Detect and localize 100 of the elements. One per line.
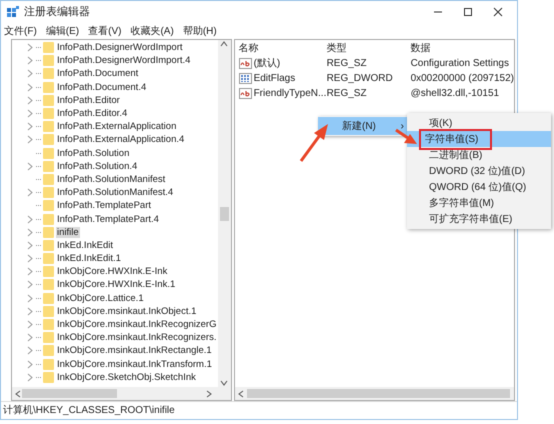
tree-item[interactable]: InfoPath.Editor [56,94,121,106]
tree-item[interactable]: InfoPath.ExternalApplication.4 [56,134,186,146]
folder-icon [43,68,54,80]
expand-chevron-icon[interactable] [26,69,34,78]
expand-chevron-icon[interactable] [26,162,34,171]
tree-item[interactable]: InfoPath.Solution.4 [56,160,138,172]
tree-item[interactable]: InfoPath.Solution [56,148,130,159]
expand-chevron-icon[interactable] [26,214,34,224]
folder-icon [43,174,54,185]
column-header[interactable]: 数据 [406,40,514,56]
tree-item[interactable]: InkObjCore.msinkaut.InkRecognizers. [56,332,218,344]
tree-item[interactable]: InkObjCore.Lattice.1 [56,292,145,304]
expand-chevron-icon[interactable] [26,333,34,342]
tree-item[interactable]: InkEd.InkEdit.1 [56,253,122,264]
expand-chevron-icon[interactable] [26,135,34,144]
menu-item[interactable]: 字符串值(S) [407,131,551,147]
tree-item[interactable]: InkObjCore.msinkaut.InkObject.1 [56,306,198,317]
scroll-up-icon[interactable] [220,40,228,48]
expand-chevron-icon[interactable] [26,346,34,356]
menu-item[interactable]: 可扩充字符串值(E) [407,211,551,227]
folder-icon [43,82,54,93]
registry-app-icon [7,6,19,18]
value-name[interactable]: EditFlags [254,71,296,86]
menu-item-label: 二进制值(B) [428,148,484,162]
close-icon[interactable] [493,7,503,17]
folder-icon [43,121,54,132]
menu-item[interactable]: QWORD (64 位)值(Q) [407,179,551,195]
tree-item[interactable]: InkObjCore.SketchObj.SketchInk [56,372,197,383]
menu-item[interactable]: 编辑(E) [46,24,80,38]
expand-chevron-icon[interactable] [26,254,34,264]
tree-item[interactable]: InfoPath.SolutionManifest [56,174,166,185]
tree-item[interactable]: InfoPath.Document.4 [56,82,148,93]
folder-icon [43,94,54,106]
tree-item[interactable]: InfoPath.DesignerWordImport.4 [56,55,192,66]
horizontal-scrollbar[interactable] [12,387,231,400]
value-name[interactable]: FriendlyTypeN... [254,86,326,101]
vertical-scrollbar[interactable] [218,40,231,387]
expand-chevron-icon[interactable] [26,360,34,369]
tree-item[interactable]: InfoPath.Document [56,68,140,80]
expand-chevron-icon[interactable] [26,320,34,330]
tree-item[interactable]: InfoPath.Editor.4 [56,108,128,120]
expand-chevron-icon[interactable] [26,306,34,316]
tree-item[interactable]: inifile [56,226,80,238]
folder-icon [43,42,54,54]
menu-item[interactable]: DWORD (32 位)值(D) [407,163,551,179]
column-header[interactable]: 类型 [322,40,407,56]
menu-item-label: 新建(N) [342,120,376,134]
column-header[interactable]: 名称 [234,40,323,56]
scroll-left-icon[interactable] [14,390,22,398]
scroll-left-icon[interactable] [236,390,245,398]
menu-item[interactable]: 新建(N) › [318,117,410,135]
folder-icon [43,306,54,317]
tree-item[interactable]: InkObjCore.HWXInk.E-Ink.1 [56,279,176,290]
menu-item[interactable]: 收藏夹(A) [130,24,174,38]
tree-item[interactable]: InfoPath.TemplatePart.4 [56,214,160,225]
expand-chevron-icon[interactable] [26,56,34,66]
folder-icon [43,358,54,370]
folder-icon [43,253,54,264]
expand-chevron-icon[interactable] [26,96,34,105]
tree-item[interactable]: InfoPath.DesignerWordImport [56,42,184,54]
string-value-icon [238,58,252,69]
scroll-right-icon[interactable] [204,390,213,398]
tree-item[interactable]: InkObjCore.HWXInk.E-Ink [56,266,168,278]
scroll-down-icon[interactable] [220,379,228,387]
folder-icon [43,292,54,304]
menu-item-label: 可扩充字符串值(E) [428,212,514,226]
tree-item[interactable]: InfoPath.SolutionManifest.4 [56,187,174,198]
folder-icon [43,187,54,198]
expand-chevron-icon[interactable] [26,43,34,52]
tree-item[interactable]: InkObjCore.msinkaut.InkTransform.1 [56,358,213,370]
expand-chevron-icon[interactable] [26,188,34,198]
horizontal-scrollbar[interactable] [234,387,514,400]
expand-chevron-icon[interactable] [26,109,34,118]
folder-icon [43,266,54,278]
tree-item[interactable]: InfoPath.TemplatePart [56,200,152,212]
value-data: @shell32.dll,-10151 [410,87,500,101]
expand-chevron-icon[interactable] [26,240,34,250]
maximize-icon[interactable] [463,7,473,17]
tree-item[interactable]: InfoPath.ExternalApplication [56,121,178,132]
expand-chevron-icon[interactable] [26,294,34,303]
menu-item[interactable]: 文件(F) [4,24,37,38]
scrollbar-thumb[interactable] [220,206,229,220]
menu-item[interactable]: 多字符串值(M) [407,195,551,211]
tree-item[interactable]: InkObjCore.msinkaut.InkRectangle.1 [56,345,213,356]
menu-item[interactable]: 项(K) [407,115,551,131]
expand-chevron-icon[interactable] [26,372,34,382]
expand-chevron-icon[interactable] [26,280,34,290]
menu-item-label: 多字符串值(M) [428,196,495,210]
expand-chevron-icon[interactable] [26,122,34,132]
folder-icon [43,319,54,330]
expand-chevron-icon[interactable] [26,228,34,237]
menu-item[interactable]: 帮助(H) [182,24,217,38]
status-bar-path: 计算机\HKEY_CLASSES_ROOT\inifile [3,404,175,418]
expand-chevron-icon[interactable] [26,267,34,276]
menu-item[interactable]: 查看(V) [88,24,122,38]
tree-item[interactable]: InkObjCore.msinkaut.InkRecognizerG [56,319,218,330]
value-name[interactable]: (默认) [254,56,280,71]
expand-chevron-icon[interactable] [26,82,34,92]
tree-item[interactable]: InkEd.InkEdit [56,240,114,251]
menu-item[interactable]: 二进制值(B) [407,147,551,163]
